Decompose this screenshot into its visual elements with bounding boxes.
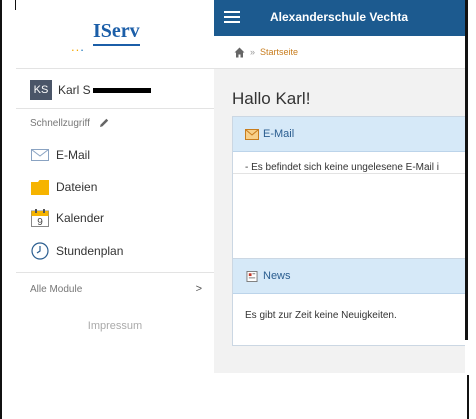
sidebar-divider [16, 108, 214, 109]
email-panel: E-Mail - Es befindet sich keine ungelese… [232, 116, 465, 272]
main-content: Alexanderschule Vechta » Startseite Hall… [214, 0, 465, 373]
sidebar-item-email[interactable]: E-Mail [30, 145, 90, 165]
chevron-right-icon: > [195, 283, 202, 295]
redaction-bar [92, 88, 151, 94]
quick-access-label: Schnellzugriff [30, 117, 90, 129]
email-panel-header[interactable]: E-Mail [233, 117, 465, 152]
sidebar-item-label: Kalender [56, 211, 105, 225]
school-title: Alexanderschule Vechta [270, 10, 409, 24]
news-icon [246, 270, 258, 282]
all-modules-label: Alle Module [30, 283, 83, 295]
screenshot-frame-right [465, 0, 468, 340]
folder-icon [30, 178, 50, 196]
sidebar-item-files[interactable]: Dateien [30, 177, 97, 197]
envelope-icon [245, 128, 259, 140]
envelope-icon [30, 146, 50, 164]
sidebar-divider [16, 272, 214, 273]
pencil-icon[interactable] [98, 117, 110, 129]
avatar: KS [30, 80, 52, 100]
news-panel-title: News [263, 270, 291, 282]
sidebar-item-timetable[interactable]: Stundenplan [30, 241, 123, 261]
logo-text: IServ [93, 20, 140, 46]
hamburger-menu-icon[interactable] [224, 11, 240, 23]
news-panel: News Es gibt zur Zeit keine Neuigkeiten. [232, 258, 465, 346]
sidebar-item-label: E-Mail [56, 148, 91, 162]
user-name: Karl S [58, 83, 151, 97]
calendar-icon: 9 [30, 209, 50, 227]
page-title: Hallo Karl! [232, 89, 311, 108]
news-panel-message: Es gibt zur Zeit keine Neuigkeiten. [245, 310, 397, 321]
all-modules-toggle[interactable]: Alle Module > [30, 283, 202, 295]
home-icon[interactable] [234, 47, 245, 58]
calendar-day: 9 [37, 217, 43, 227]
sidebar-item-calendar[interactable]: 9 Kalender [30, 208, 104, 228]
breadcrumb-separator: » [250, 47, 256, 57]
email-panel-message: - Es befindet sich keine ungelesene E-Ma… [245, 162, 439, 173]
user-menu[interactable]: KS Karl S [30, 79, 151, 101]
panel-divider [233, 173, 465, 174]
news-panel-header[interactable]: News [233, 259, 465, 294]
impressum-link[interactable]: Impressum [16, 320, 214, 332]
top-bar: Alexanderschule Vechta [214, 0, 465, 36]
clock-icon [30, 242, 50, 260]
sidebar: ... IServ KS Karl S Schnellzugriff E-Mai… [16, 0, 214, 360]
screenshot-frame-left [0, 0, 2, 419]
breadcrumb: » Startseite [214, 36, 465, 69]
breadcrumb-current[interactable]: Startseite [260, 47, 298, 57]
email-panel-title: E-Mail [263, 128, 295, 140]
sidebar-divider [16, 68, 214, 69]
logo-dots: ... [71, 39, 85, 54]
sidebar-item-label: Stundenplan [56, 244, 124, 258]
screenshot-frame-right-lower [467, 375, 469, 419]
quick-access-header: Schnellzugriff [30, 117, 110, 129]
sidebar-item-label: Dateien [56, 180, 98, 194]
